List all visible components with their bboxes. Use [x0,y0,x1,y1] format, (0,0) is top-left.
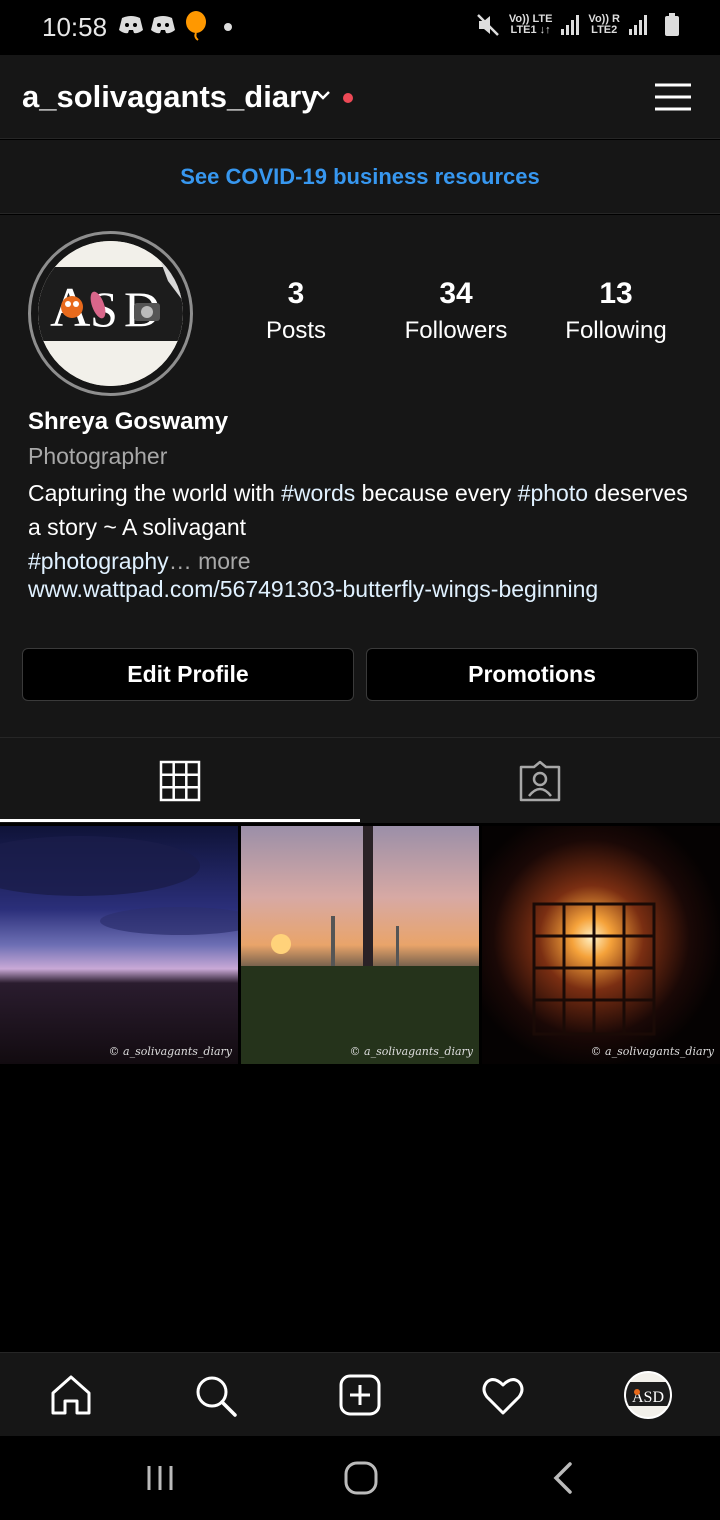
profile-website-link[interactable]: www.wattpad.com/567491303-butterfly-wing… [28,576,598,603]
tab-grid[interactable] [0,738,360,824]
bio-more-link[interactable]: … more [169,548,251,574]
home-button-icon[interactable] [343,1460,379,1496]
post-image-window-sun [482,826,720,1064]
battery-icon [665,13,679,36]
avatar-ring[interactable]: A S D [28,231,193,396]
heart-icon[interactable] [479,1371,527,1419]
avatar[interactable]: A S D [38,241,183,386]
tab-tagged[interactable] [360,738,720,824]
hashtag-photography[interactable]: #photography [28,548,169,574]
avatar-mini-logo: ASD [626,1382,670,1406]
covid-resources-link[interactable]: See COVID-19 business resources [180,164,540,190]
status-time: 10:58 [42,12,108,42]
post-watermark: © a_solivagants_diary [108,1045,232,1058]
status-bar: 10:58 Vo)) LTE LTE1 ↓↑ Vo)) R LTE2 [0,0,720,55]
post-watermark: © a_solivagants_diary [349,1045,473,1058]
following-label: Following [565,317,667,344]
posts-count: 3 [287,277,305,310]
followers-count: 34 [439,277,473,310]
post-thumbnail[interactable]: © a_solivagants_diary [482,826,720,1064]
bio-text: because every [355,480,518,506]
account-username[interactable]: a_solivagants_diary [22,79,318,115]
posts-label: Posts [265,317,327,344]
post-thumbnail[interactable]: © a_solivagants_diary [0,826,238,1064]
active-tab-indicator [0,819,360,822]
edit-profile-button[interactable]: Edit Profile [22,648,354,701]
profile-full-name: Shreya Goswamy [28,408,229,435]
signal-icon [561,15,580,35]
discord-icon [151,16,175,34]
profile-avatar-tab[interactable]: ASD [624,1371,672,1419]
hamburger-menu-icon[interactable] [652,79,694,115]
post-thumbnail[interactable]: © a_solivagants_diary [241,826,479,1064]
chevron-down-icon[interactable] [314,88,332,102]
profile-category: Photographer [28,443,168,469]
post-image-dusk-sky [0,826,238,1064]
dot-icon [224,23,232,31]
tagged-person-icon [519,760,561,802]
home-icon[interactable] [47,1371,95,1419]
system-navigation-bar [0,1436,720,1520]
promotions-button[interactable]: Promotions [366,648,698,701]
bio-text: Capturing the world with [28,480,282,506]
posts-grid: © a_solivagants_diary © a_solivagants_di… [0,826,720,1064]
new-post-icon[interactable] [336,1371,384,1419]
search-icon[interactable] [191,1371,239,1419]
stat-following[interactable]: 13 Following [541,277,691,345]
back-icon[interactable] [550,1460,576,1496]
sim1-label: Vo)) LTE LTE1 ↓↑ [508,13,553,36]
notification-dot [343,93,353,103]
followers-label: Followers [404,317,508,344]
post-watermark: © a_solivagants_diary [590,1045,714,1058]
covid-resources-banner[interactable]: See COVID-19 business resources [0,140,720,214]
following-count: 13 [599,277,633,310]
profile-header: a_solivagants_diary [0,55,720,139]
avatar-logo: A S D [38,241,183,386]
stat-posts[interactable]: 3 Posts [221,277,371,345]
bottom-navigation: ASD [0,1352,720,1436]
balloon-icon [186,11,206,41]
hashtag-photo[interactable]: #photo [518,480,588,506]
signal-icon [629,15,647,35]
hashtag-words[interactable]: #words [281,480,355,506]
profile-section: A S D 3 Posts 34 Followers 13 Following … [0,215,720,737]
recent-apps-icon[interactable] [145,1462,175,1494]
sim2-label: Vo)) R LTE2 [588,13,620,36]
mute-icon [476,14,499,36]
profile-bio: Capturing the world with #words because … [28,476,688,578]
status-right-group: Vo)) LTE LTE1 ↓↑ Vo)) R LTE2 [475,12,680,38]
stat-followers[interactable]: 34 Followers [381,277,531,345]
discord-icon [119,16,143,34]
profile-tabs [0,737,720,823]
post-image-sunset-window [241,826,479,1064]
grid-icon [159,760,201,802]
